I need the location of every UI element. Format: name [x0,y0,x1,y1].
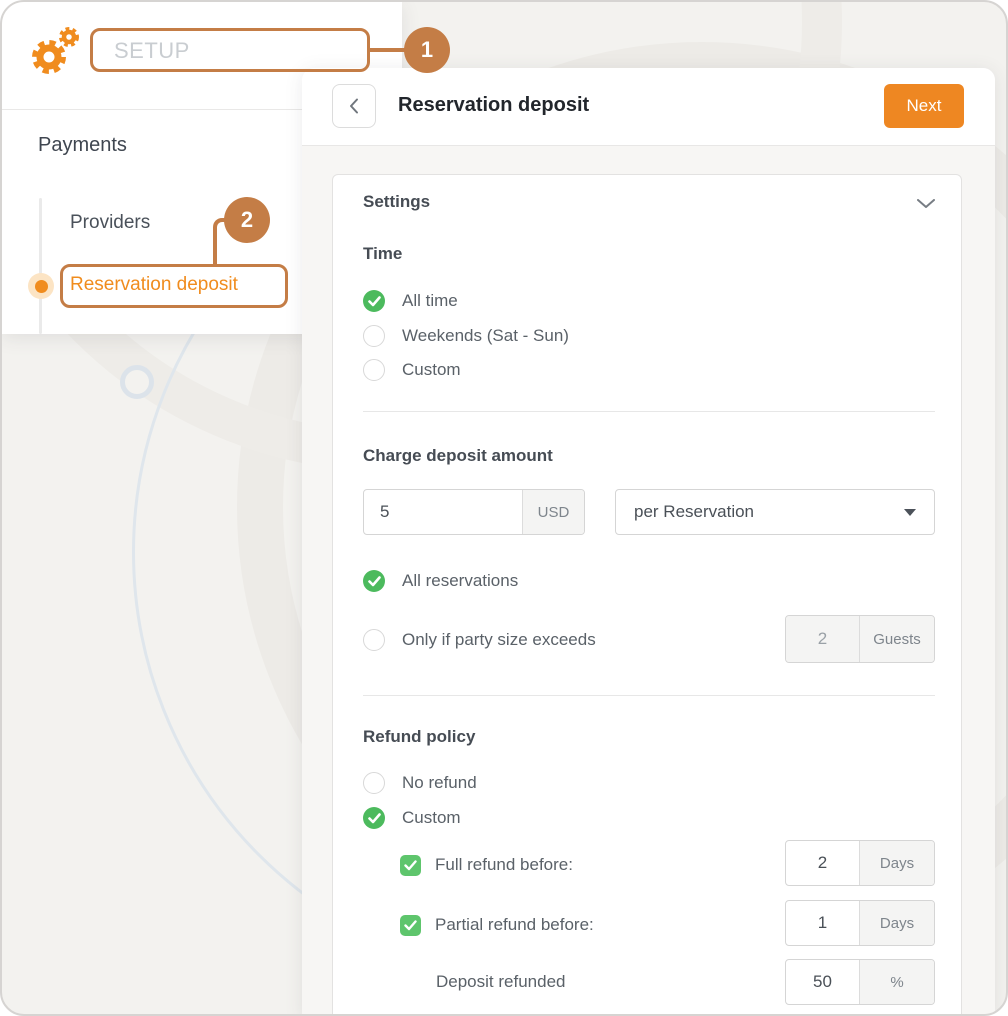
deposit-refunded-input[interactable] [786,960,859,1004]
radio-checked-icon[interactable] [363,570,385,592]
checkbox-checked-icon[interactable] [400,855,421,876]
option-label: Custom [402,360,461,380]
annotation-badge-step2: 2 [224,197,270,243]
back-button[interactable] [332,84,376,128]
deposit-amount-input[interactable] [364,490,522,534]
settings-card: Settings Time All time Weekends (Sat - S… [332,174,962,1016]
radio-option-party-size[interactable]: Only if party size exceeds [363,628,596,652]
radio-option-all-time[interactable]: All time [363,289,458,313]
annotation-badge-step1: 1 [404,27,450,73]
full-refund-days-group: Days [785,840,935,886]
refund-policy-heading: Refund policy [363,727,475,747]
caret-down-icon [904,509,916,516]
divider [363,411,935,412]
radio-unchecked-icon[interactable] [363,359,385,381]
option-label: Only if party size exceeds [402,630,596,650]
main-panel: Reservation deposit Next Settings Time A… [302,68,995,1016]
option-label: Custom [402,808,461,828]
percent-suffix: % [859,960,934,1004]
radio-checked-icon[interactable] [363,807,385,829]
radio-checked-icon[interactable] [363,290,385,312]
row-label: Partial refund before: [435,915,594,935]
currency-suffix: USD [522,490,584,534]
background-ring-node [120,365,154,399]
radio-unchecked-icon[interactable] [363,325,385,347]
next-button[interactable]: Next [884,84,964,128]
page-title: Reservation deposit [398,94,589,117]
annotation-connector-step1 [369,48,407,52]
divider [363,695,935,696]
per-reservation-select[interactable]: per Reservation [615,489,935,535]
party-size-group: Guests [785,615,935,663]
panel-header: Reservation deposit Next [302,68,995,146]
radio-unchecked-icon[interactable] [363,772,385,794]
checkbox-checked-icon[interactable] [400,915,421,936]
radio-unchecked-icon[interactable] [363,629,385,651]
deposit-refunded-label: Deposit refunded [436,972,565,992]
annotation-box-step1 [90,28,370,72]
full-refund-row: Full refund before: [400,853,573,877]
option-label: Weekends (Sat - Sun) [402,326,569,346]
party-size-input[interactable] [786,616,859,662]
select-value: per Reservation [634,502,754,522]
days-suffix: Days [859,841,934,885]
partial-refund-days-input[interactable] [786,901,859,945]
deposit-amount-group: USD [363,489,585,535]
radio-option-all-reservations[interactable]: All reservations [363,569,518,593]
radio-option-no-refund[interactable]: No refund [363,771,477,795]
deposit-refunded-group: % [785,959,935,1005]
annotation-box-step2 [60,264,288,308]
gears-icon [28,26,82,78]
sidebar-section-payments: Payments [38,134,127,157]
guests-suffix: Guests [859,616,934,662]
sidebar-item-providers[interactable]: Providers [70,212,150,234]
partial-refund-days-group: Days [785,900,935,946]
full-refund-days-input[interactable] [786,841,859,885]
row-label: Full refund before: [435,855,573,875]
radio-option-custom-refund[interactable]: Custom [363,806,461,830]
option-label: No refund [402,773,477,793]
annotation-connector-step2 [213,218,225,264]
radio-option-custom-time[interactable]: Custom [363,358,461,382]
charge-amount-heading: Charge deposit amount [363,446,553,466]
chevron-left-icon [349,98,359,114]
chevron-down-icon[interactable] [917,199,935,209]
active-item-dot [28,273,54,299]
option-label: All reservations [402,571,518,591]
radio-option-weekends[interactable]: Weekends (Sat - Sun) [363,324,569,348]
settings-heading: Settings [363,192,430,212]
option-label: All time [402,291,458,311]
app-window: SETUP Payments Providers Reservation dep… [0,0,1008,1016]
days-suffix: Days [859,901,934,945]
partial-refund-row: Partial refund before: [400,913,594,937]
sidebar-track [39,198,42,334]
time-heading: Time [363,244,402,264]
